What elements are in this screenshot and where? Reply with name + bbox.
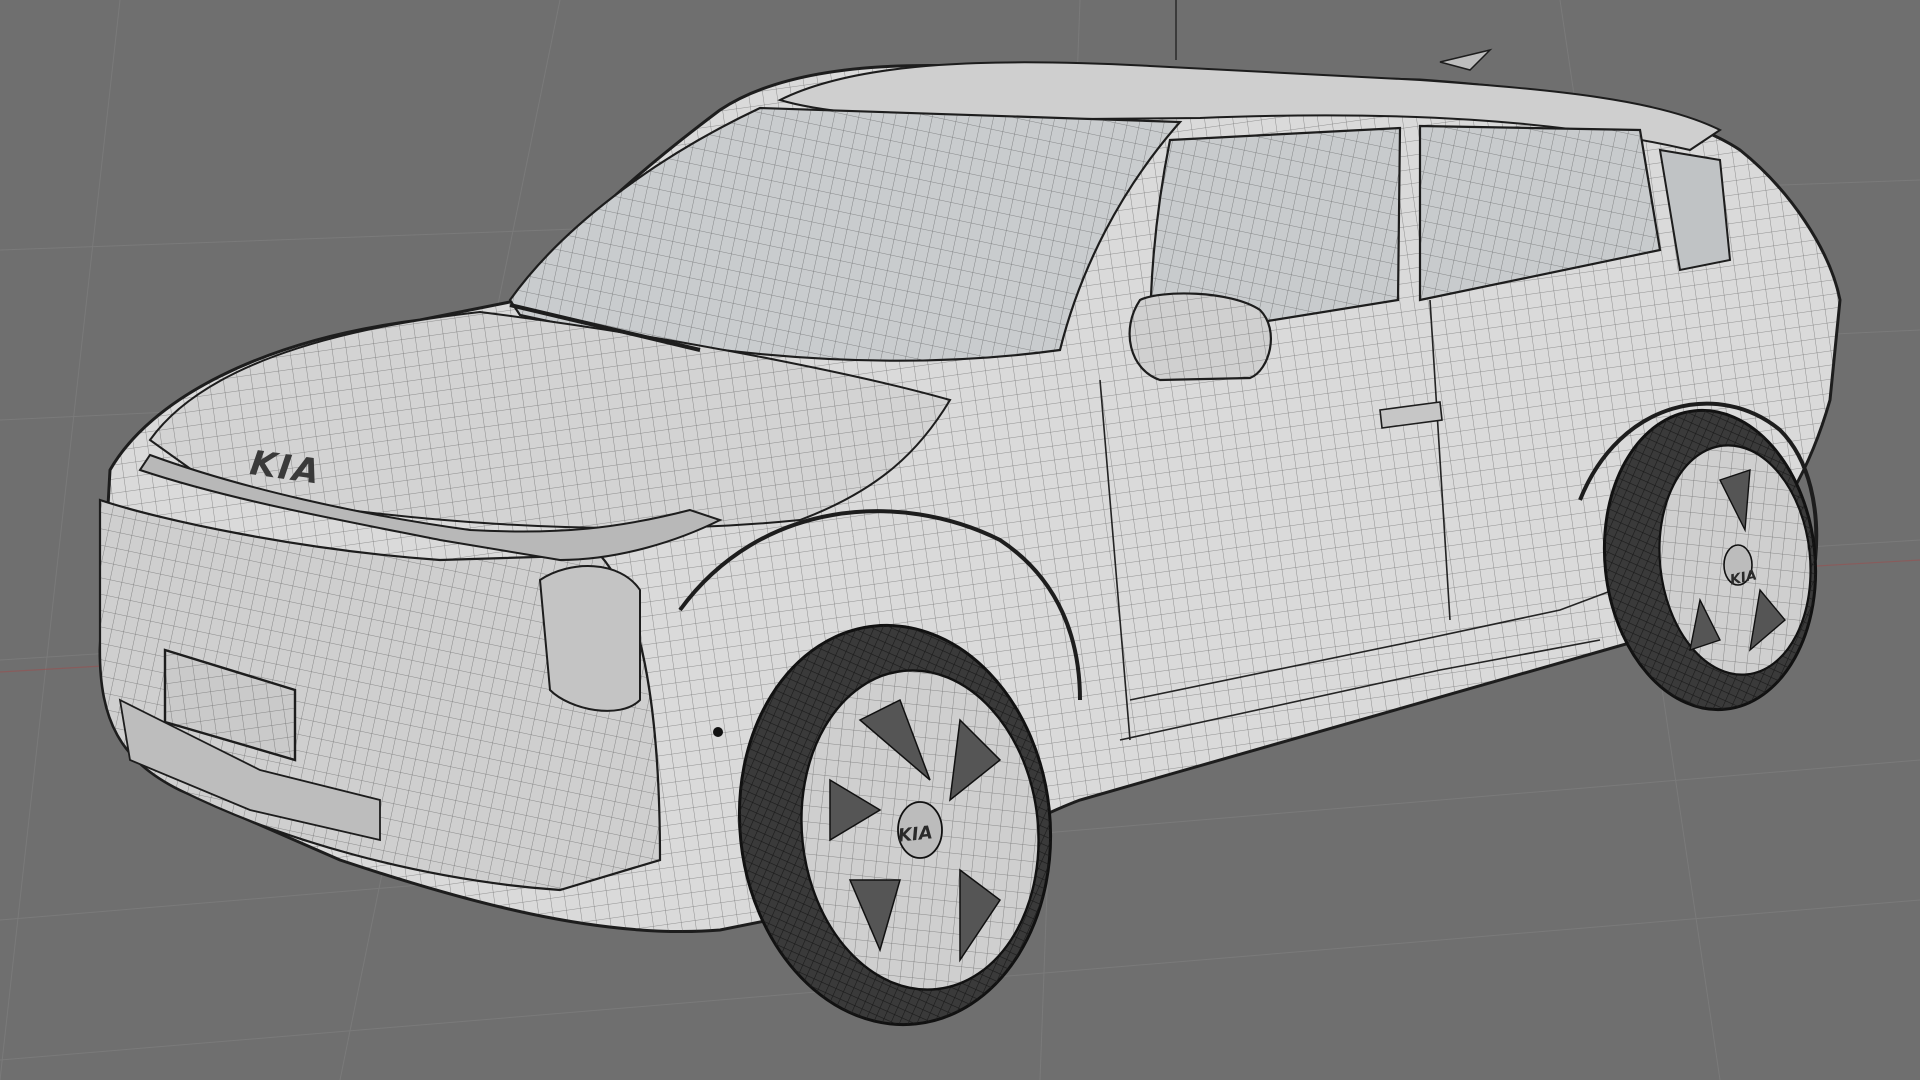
shark-fin-antenna <box>1439 48 1493 71</box>
front-lamp-right <box>538 565 641 712</box>
car-model[interactable] <box>98 48 1842 1040</box>
front-wheel-badge: KIA <box>896 822 934 847</box>
3d-viewport[interactable]: KIA KIA KIA <box>0 0 1920 1080</box>
fender-marker-dot <box>713 727 723 737</box>
viewport-canvas <box>0 0 1920 1080</box>
